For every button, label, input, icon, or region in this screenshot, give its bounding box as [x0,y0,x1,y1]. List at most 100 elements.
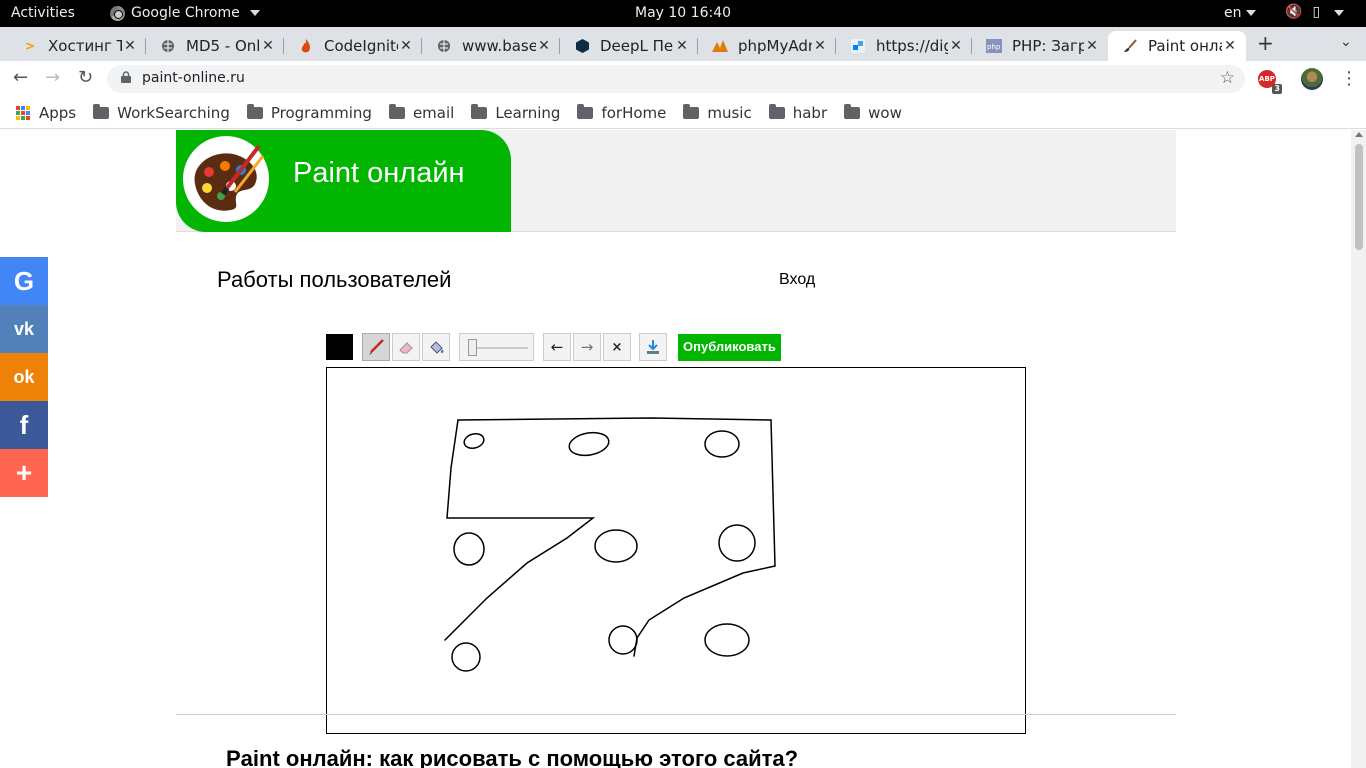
new-tab-button[interactable]: + [1257,31,1274,55]
share-google-button[interactable]: G [0,257,48,305]
tab-md5[interactable]: MD5 - Onli ✕ [146,31,284,61]
url-text[interactable]: paint-online.ru [142,70,245,86]
clear-canvas-button[interactable]: × [603,333,631,361]
bookmark-apps[interactable]: Apps [16,104,76,122]
user-works-link[interactable]: Работы пользователей [217,267,451,293]
chevron-down-icon [249,10,260,16]
adblock-plus-icon[interactable]: ABP 3 [1258,70,1282,94]
close-icon[interactable]: ✕ [398,38,414,54]
facebook-icon: f [19,409,29,440]
close-icon[interactable]: ✕ [122,38,138,54]
redo-button[interactable]: → [573,333,601,361]
php-icon: php [986,38,1002,54]
tab-paint-online[interactable]: Paint онла ✕ [1108,31,1246,61]
bookmark-folder-forhome[interactable]: forHome [577,103,667,122]
close-icon[interactable]: ✕ [812,38,828,54]
close-icon[interactable]: ✕ [948,38,964,54]
bookmark-folder-worksearching[interactable]: WorkSearching [93,103,230,122]
mute-speaker-icon: 🔇 [1285,4,1303,20]
reload-icon[interactable]: ↻ [78,67,93,88]
chrome-icon [110,5,125,21]
app-menu[interactable]: Google Chrome [110,5,260,21]
tab-title: PHP: Загру [1012,37,1084,55]
profile-avatar[interactable] [1301,68,1323,90]
battery-icon: ▯ [1312,4,1321,20]
page-viewport: Paint онлайн Работы пользователей Вход ←… [0,130,1366,768]
bookmark-folder-wow[interactable]: wow [844,103,902,122]
slider-handle[interactable] [468,339,477,356]
back-arrow-icon[interactable]: ← [13,67,28,88]
content-divider [176,714,1176,715]
scrollbar-thumb[interactable] [1355,144,1363,250]
system-tray[interactable]: 🔇 ▯ [1285,4,1345,20]
page-scrollbar[interactable] [1351,130,1366,768]
close-icon[interactable]: ✕ [674,38,690,54]
bookmark-folder-programming[interactable]: Programming [246,103,372,122]
bookmark-folder-learning[interactable]: Learning [471,103,560,122]
site-logo-block[interactable]: Paint онлайн [176,130,511,232]
tab-title: MD5 - Onli [186,37,260,55]
tab-phpmyadmin[interactable]: phpMyAdm ✕ [698,31,836,61]
forward-arrow-icon[interactable]: → [45,67,60,88]
pencil-tool-button[interactable] [362,333,390,361]
digitalocean-icon [850,38,866,54]
bookmark-label: forHome [601,103,667,122]
chevron-down-icon [1334,10,1345,16]
tab-title: Paint онла [1148,37,1222,55]
google-icon: G [13,265,35,296]
color-picker-swatch[interactable] [326,334,353,360]
tab-codeigniter[interactable]: CodeIgnite ✕ [284,31,422,61]
plus-icon: + [15,457,33,488]
tab-title: CodeIgnite [324,37,398,55]
publish-button[interactable]: Опубликовать на сайте [678,334,781,380]
clock[interactable]: May 10 16:40 [635,5,731,21]
globe-icon [160,38,176,54]
activities-button[interactable]: Activities [11,5,75,21]
close-icon[interactable]: ✕ [1084,38,1100,54]
tab-search-chevron-icon[interactable]: ⌄ [1340,34,1352,50]
tab-base[interactable]: www.base ✕ [422,31,560,61]
bookmark-label: habr [792,103,828,122]
close-icon[interactable]: ✕ [260,38,276,54]
share-more-button[interactable]: + [0,449,48,497]
bookmark-label: music [707,103,752,122]
address-bar[interactable]: paint-online.ru ☆ [107,65,1245,93]
share-vk-button[interactable]: vk [0,305,48,353]
tab-digitalocean[interactable]: https://dig ✕ [836,31,972,61]
eraser-tool-button[interactable] [392,333,420,361]
user-drawing [444,417,776,672]
bookmark-folder-email[interactable]: email [388,103,455,122]
language-indicator[interactable]: en [1224,5,1256,21]
scroll-up-arrow-icon[interactable] [1355,132,1363,137]
tab-hosting[interactable]: > Хостинг Ti ✕ [8,31,146,61]
download-button[interactable] [639,333,667,361]
kebab-menu-icon[interactable]: ⋮ [1340,68,1358,89]
svg-text:php: php [987,43,1001,51]
undo-button[interactable]: ← [543,333,571,361]
login-link[interactable]: Вход [779,271,815,289]
apps-grid-icon [16,105,30,120]
close-icon[interactable]: ✕ [1222,38,1238,54]
bookmark-folder-music[interactable]: music [683,103,752,122]
share-odnoklassniki-button[interactable]: ok [0,353,48,401]
deepl-icon [574,38,590,54]
bookmark-star-icon[interactable]: ☆ [1220,68,1235,88]
redo-arrow-icon: → [580,338,594,356]
fill-bucket-tool-button[interactable] [422,333,450,361]
tab-php[interactable]: php PHP: Загру ✕ [972,31,1108,61]
bookmark-folder-habr[interactable]: habr [768,103,828,122]
bookmark-label: wow [868,103,902,122]
globe-icon [436,38,452,54]
folder-icon [844,103,861,119]
close-icon[interactable]: ✕ [536,38,552,54]
folder-icon [471,103,488,119]
lock-icon [121,71,131,83]
brush-size-slider[interactable] [459,333,534,361]
paint-bucket-icon [430,341,444,354]
drawing-canvas[interactable] [326,367,1026,734]
undo-arrow-icon: ← [550,338,564,356]
share-facebook-button[interactable]: f [0,401,48,449]
app-name: Google Chrome [131,5,240,21]
tab-deepl[interactable]: DeepL Пер ✕ [560,31,698,61]
bookmark-label: email [412,103,455,122]
